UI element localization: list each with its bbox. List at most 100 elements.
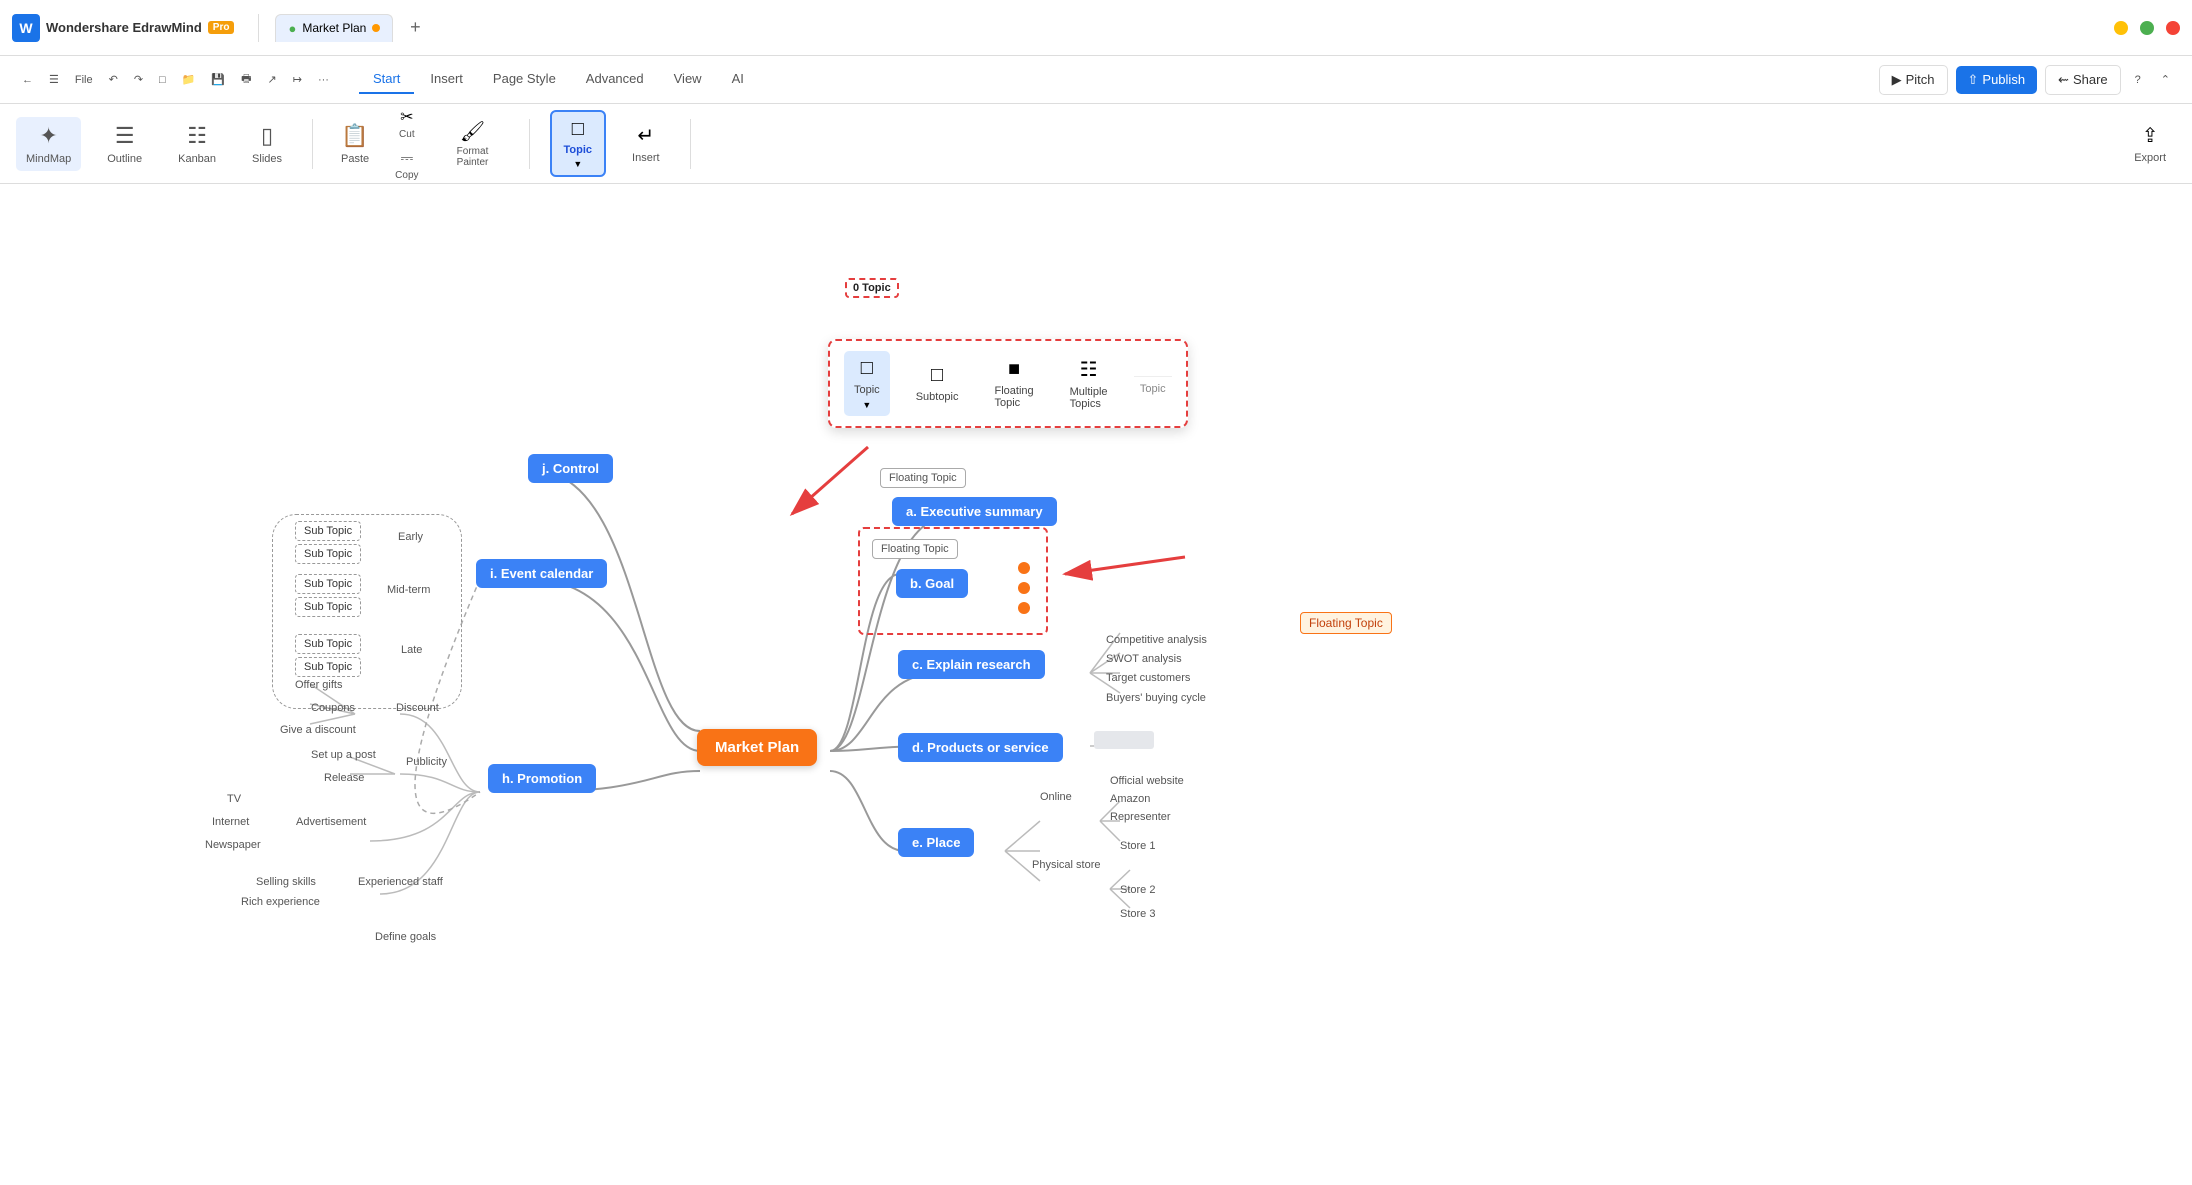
outline-button[interactable]: ☰ Outline	[97, 117, 152, 171]
tab-advanced[interactable]: Advanced	[572, 65, 658, 94]
new-button[interactable]: □	[153, 70, 172, 90]
sub-topic-mid-2[interactable]: Sub Topic	[295, 597, 361, 617]
label-release: Release	[324, 772, 364, 784]
close-button[interactable]	[2166, 21, 2180, 35]
divider-3	[690, 119, 691, 169]
kanban-button[interactable]: ☷ Kanban	[168, 117, 226, 171]
popup-floating-button[interactable]: ■ Floating Topic	[985, 352, 1044, 415]
menu-tabs: Start Insert Page Style Advanced View AI	[359, 65, 758, 94]
open-button[interactable]: 📁	[176, 69, 202, 90]
sub-topic-late-2[interactable]: Sub Topic	[295, 657, 361, 677]
paste-button[interactable]: 📋 Paste	[333, 119, 377, 169]
minimize-button[interactable]	[2114, 21, 2128, 35]
popup-topic-chevron: ▼	[862, 400, 871, 410]
node-executive-summary[interactable]: a. Executive summary	[892, 497, 1057, 526]
floating-topic-goal[interactable]: Floating Topic	[872, 539, 958, 559]
floating-topic-executive[interactable]: Floating Topic	[880, 468, 966, 488]
place-official: Official website	[1110, 775, 1184, 787]
dot-3	[1018, 602, 1030, 614]
print-button[interactable]: 🖶	[235, 66, 257, 93]
label-late: Late	[401, 644, 422, 656]
file-menu[interactable]: File	[69, 70, 99, 90]
place-physical: Physical store	[1032, 859, 1100, 871]
menu-bar: ← ☰ File ↶ ↷ □ 📁 💾 🖶 ↗ ↦ ··· Start Inser…	[0, 56, 2192, 104]
redo-button[interactable]: ↷	[128, 69, 149, 90]
help-button[interactable]: ?	[2129, 70, 2147, 90]
title-bar: W Wondershare EdrawMind Pro ● Market Pla…	[0, 0, 2192, 56]
research-swot: SWOT analysis	[1106, 653, 1182, 665]
label-discount: Discount	[396, 702, 439, 714]
export-button[interactable]: ⇪ Export	[2124, 117, 2176, 170]
label-experienced-staff: Experienced staff	[358, 876, 443, 888]
app-icon: W	[12, 14, 40, 42]
tab-insert[interactable]: Insert	[416, 65, 477, 94]
new-tab-button[interactable]: +	[401, 14, 429, 42]
toolbar: ✦ MindMap ☰ Outline ☷ Kanban ▯ Slides 📋 …	[0, 104, 2192, 184]
cut-icon: ✂	[400, 107, 413, 127]
node-explain-research[interactable]: c. Explain research	[898, 650, 1045, 679]
tab-unsaved-dot	[372, 24, 380, 32]
back-button[interactable]: ←	[16, 70, 39, 90]
zero-topic-badge: 0 Topic	[845, 278, 899, 298]
more-button[interactable]: ···	[312, 70, 335, 90]
share-nav-button[interactable]: ↦	[287, 69, 308, 90]
tab-ai[interactable]: AI	[718, 65, 758, 94]
topic-dropdown-button[interactable]: □ Topic ▼	[550, 110, 607, 177]
popup-topic-icon: □	[861, 357, 873, 380]
label-define-goals: Define goals	[375, 931, 436, 943]
format-painter-button[interactable]: 🖌 Format Painter	[437, 115, 509, 172]
pitch-button[interactable]: ▶ Pitch	[1879, 65, 1948, 95]
popup-multiple-icon: ☷	[1080, 357, 1098, 382]
format-painter-icon: 🖌	[460, 119, 485, 144]
export-nav-button[interactable]: ↗	[262, 69, 283, 90]
copy-icon: ⎓	[400, 150, 413, 168]
topic-chevron-icon: ▼	[573, 159, 582, 169]
sub-topic-early-2[interactable]: Sub Topic	[295, 544, 361, 564]
nav-menu[interactable]: ☰	[43, 69, 65, 90]
node-control[interactable]: j. Control	[528, 454, 613, 483]
node-place[interactable]: e. Place	[898, 828, 974, 857]
center-node[interactable]: Market Plan	[697, 729, 817, 766]
place-store3: Store 3	[1120, 908, 1155, 920]
undo-button[interactable]: ↶	[103, 69, 124, 90]
node-products[interactable]: d. Products or service	[898, 733, 1063, 762]
app-name: Wondershare EdrawMind	[46, 20, 202, 35]
topic-btn-container: □ Topic ▼	[550, 110, 607, 177]
collapse-button[interactable]: ⌃	[2155, 69, 2176, 90]
topic-popup: □ Topic ▼ □ Subtopic ■ Floating Topic ☷ …	[828, 339, 1188, 428]
document-tab[interactable]: ● Market Plan	[275, 14, 393, 42]
dot-2	[1018, 582, 1030, 594]
tab-page-style[interactable]: Page Style	[479, 65, 570, 94]
copy-button[interactable]: ⎓ Copy	[389, 146, 424, 185]
insert-icon: ↵	[637, 123, 654, 148]
maximize-button[interactable]	[2140, 21, 2154, 35]
publish-button[interactable]: ⇧ Publish	[1956, 66, 2038, 94]
node-goal[interactable]: b. Goal	[896, 569, 968, 598]
popup-multiple-button[interactable]: ☷ Multiple Topics	[1060, 351, 1118, 416]
label-coupons: Coupons	[311, 702, 355, 714]
slides-button[interactable]: ▯ Slides	[242, 117, 292, 171]
sub-topic-early-1[interactable]: Sub Topic	[295, 521, 361, 541]
research-target: Target customers	[1106, 672, 1190, 684]
cut-button[interactable]: ✂ Cut	[389, 103, 424, 144]
node-promotion[interactable]: h. Promotion	[488, 764, 596, 793]
right-actions: ▶ Pitch ⇧ Publish ⇜ Share ? ⌃	[1879, 65, 2176, 95]
label-internet: Internet	[212, 816, 249, 828]
save-button[interactable]: 💾	[205, 69, 231, 90]
label-mid: Mid-term	[387, 584, 430, 596]
slides-icon: ▯	[261, 123, 273, 149]
place-online: Online	[1040, 791, 1072, 803]
node-event-calendar[interactable]: i. Event calendar	[476, 559, 607, 588]
tab-view[interactable]: View	[660, 65, 716, 94]
popup-subtopic-button[interactable]: □ Subtopic	[906, 358, 969, 409]
sub-topic-late-1[interactable]: Sub Topic	[295, 634, 361, 654]
insert-button[interactable]: ↵ Insert	[622, 117, 670, 170]
place-store2: Store 2	[1120, 884, 1155, 896]
popup-topic-button[interactable]: □ Topic ▼	[844, 351, 890, 416]
mindmap-button[interactable]: ✦ MindMap	[16, 117, 81, 171]
sub-topic-mid-1[interactable]: Sub Topic	[295, 574, 361, 594]
popup-floating-icon: ■	[1008, 358, 1020, 381]
tab-start[interactable]: Start	[359, 65, 414, 94]
popup-section-label: Topic	[1134, 376, 1172, 395]
share-button[interactable]: ⇜ Share	[2045, 65, 2121, 95]
